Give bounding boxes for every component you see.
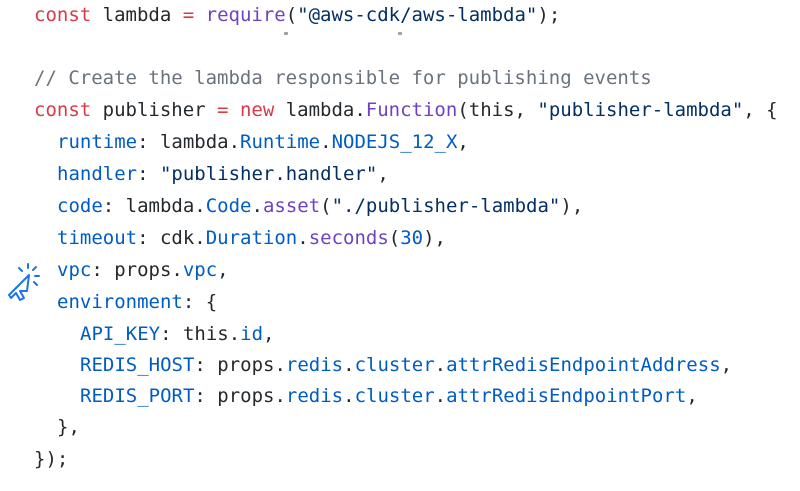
code-token: Duration xyxy=(205,227,298,249)
code-token: runtime xyxy=(57,131,138,153)
code-line: runtime: lambda.Runtime.NODEJS_12_X, xyxy=(57,127,469,157)
code-token: . xyxy=(434,385,447,407)
code-line: REDIS_HOST: props.redis.cluster.attrRedi… xyxy=(80,350,732,380)
code-token: lambda xyxy=(91,4,183,26)
code-token: . xyxy=(343,385,355,407)
code-token: , { xyxy=(743,99,778,121)
code-token: handler xyxy=(57,163,138,185)
code-line: const publisher = new lambda.Function(th… xyxy=(34,95,778,125)
code-token: cluster xyxy=(354,354,435,376)
code-token: . xyxy=(297,227,309,249)
scroll-artifact-left xyxy=(284,32,288,35)
code-token: vpc xyxy=(182,259,218,281)
code-token: : props. xyxy=(194,385,286,407)
code-token: , xyxy=(217,259,229,281)
code-token: code xyxy=(57,195,103,217)
scroll-artifact-right xyxy=(398,32,402,35)
code-token: . xyxy=(343,354,355,376)
code-token: "publisher-lambda" xyxy=(537,99,744,121)
code-token: : cdk. xyxy=(137,227,206,249)
code-token: NODEJS_12_X xyxy=(331,131,458,153)
code-token: asset xyxy=(262,195,321,217)
code-token: , xyxy=(263,323,275,345)
code-token: vpc xyxy=(57,259,92,281)
code-token: (this, xyxy=(457,99,538,121)
code-token: const xyxy=(34,99,92,121)
code-line: }, xyxy=(57,412,80,442)
code-token: REDIS_HOST xyxy=(80,354,195,376)
code-token: id xyxy=(240,323,264,345)
code-token: require xyxy=(205,4,286,26)
code-token: . xyxy=(251,195,263,217)
code-token: seconds xyxy=(308,227,389,249)
code-line: const lambda = require("@aws-cdk/aws-lam… xyxy=(34,0,560,30)
code-token: new xyxy=(239,99,275,121)
code-token: : this. xyxy=(160,323,241,345)
code-token: , xyxy=(720,354,733,376)
code-token: ( xyxy=(388,227,401,249)
code-token: // Create the lambda responsible for pub… xyxy=(34,67,652,89)
code-line: API_KEY: this.id, xyxy=(80,319,275,349)
code-token: REDIS_PORT xyxy=(80,385,195,407)
code-token: Code xyxy=(205,195,252,217)
code-token: const xyxy=(34,4,92,26)
code-token: ( xyxy=(320,195,332,217)
code-token: attrRedisEndpointPort xyxy=(446,385,687,407)
code-line: REDIS_PORT: props.redis.cluster.attrRedi… xyxy=(80,381,698,411)
code-line: vpc: props.vpc, xyxy=(57,255,229,285)
code-token: : lambda. xyxy=(137,131,241,153)
code-token: redis xyxy=(285,385,344,407)
code-token: redis xyxy=(285,354,344,376)
code-token: environment xyxy=(57,291,183,313)
code-token: Function xyxy=(365,99,458,121)
code-token: . xyxy=(320,131,332,153)
code-token: = xyxy=(182,4,195,26)
code-token: : props. xyxy=(194,354,286,376)
code-token: "publisher.handler" xyxy=(159,163,378,185)
code-token: ), xyxy=(423,227,446,249)
code-line: code: lambda.Code.asset("./publisher-lam… xyxy=(57,191,583,221)
code-token: lambda. xyxy=(274,99,366,121)
code-editor: const lambda = require("@aws-cdk/aws-lam… xyxy=(0,0,800,491)
code-token: }, xyxy=(57,416,80,438)
code-line: }); xyxy=(34,444,68,474)
code-token: , xyxy=(377,163,389,185)
code-token: "@aws-cdk/aws-lambda" xyxy=(297,4,538,26)
code-line: // Create the lambda responsible for pub… xyxy=(34,63,652,93)
code-token: , xyxy=(686,385,698,407)
code-token: Runtime xyxy=(240,131,321,153)
code-token: }); xyxy=(34,448,69,470)
code-token: : { xyxy=(182,291,218,313)
code-token: , xyxy=(457,131,469,153)
code-line: timeout: cdk.Duration.seconds(30), xyxy=(57,223,446,253)
code-token: : lambda. xyxy=(102,195,206,217)
code-token: = xyxy=(217,99,229,121)
code-token: attrRedisEndpointAddress xyxy=(446,354,721,376)
code-token: ( xyxy=(285,4,298,26)
code-token: API_KEY xyxy=(80,323,161,345)
code-token: ); xyxy=(537,4,561,26)
code-token: 30 xyxy=(400,227,424,249)
code-token: . xyxy=(434,354,447,376)
code-token: "./publisher-lambda" xyxy=(331,195,561,217)
code-token: publisher xyxy=(91,99,218,121)
code-token: timeout xyxy=(57,227,138,249)
code-token: cluster xyxy=(354,385,435,407)
code-line: handler: "publisher.handler", xyxy=(57,159,389,189)
code-token: : xyxy=(137,163,160,185)
code-token: : props. xyxy=(91,259,183,281)
code-line: environment: { xyxy=(57,287,217,317)
code-token: ), xyxy=(560,195,584,217)
click-cursor-icon xyxy=(8,263,40,301)
